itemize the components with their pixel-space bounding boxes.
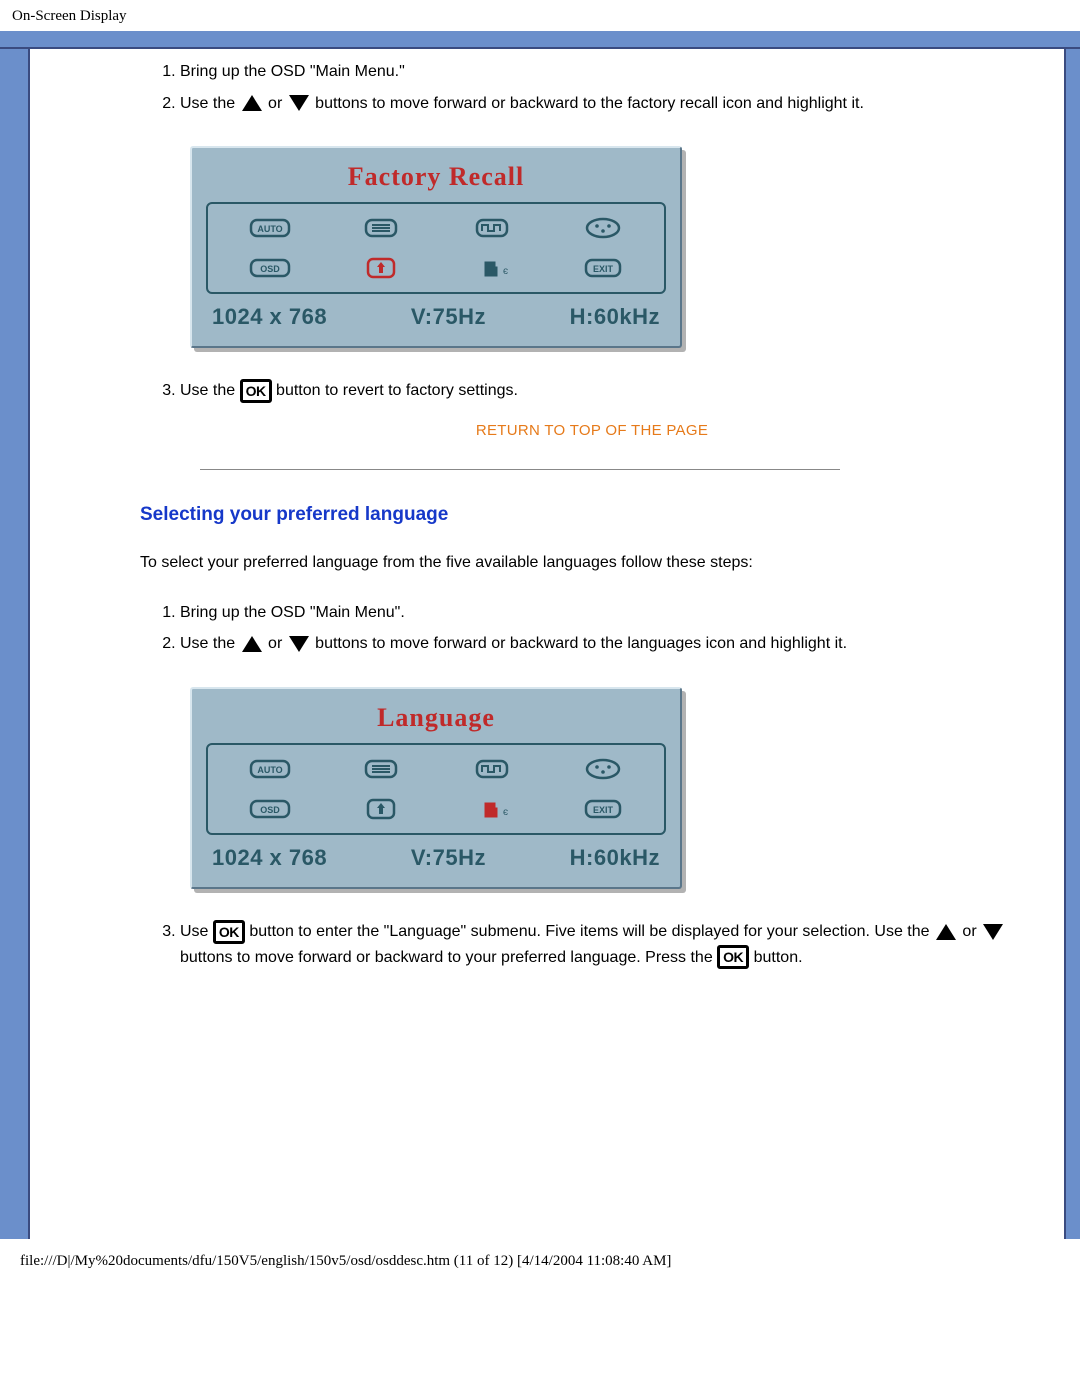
svg-text:OSD: OSD: [260, 805, 280, 815]
osd-icon-row-1: AUTO: [214, 755, 658, 783]
auto-icon: AUTO: [248, 214, 292, 242]
svg-text:є: є: [503, 266, 508, 277]
osd-hfreq: H:60kHz: [570, 845, 660, 871]
footer-path: file:///D|/My%20documents/dfu/150V5/engl…: [0, 1239, 1080, 1278]
osd-icon-row-2: OSD є EXIT: [214, 795, 658, 823]
svg-text:EXIT: EXIT: [592, 264, 613, 274]
svg-text:OSD: OSD: [260, 264, 280, 274]
recall-icon: [359, 795, 403, 823]
step-3: Use the OK button to revert to factory s…: [180, 378, 1044, 404]
osd-resolution: 1024 x 768: [212, 304, 327, 330]
up-arrow-icon: [936, 924, 956, 940]
recall-icon: [359, 254, 403, 282]
menu-icon: [359, 214, 403, 242]
osd-panel-language: Language AUTO OSD є EXIT 1024 x 768 V:75Hz…: [190, 687, 682, 889]
ok-icon: OK: [213, 920, 245, 944]
color-icon: [581, 214, 625, 242]
up-arrow-icon: [242, 95, 262, 111]
right-border: [1064, 49, 1080, 1239]
osd-status: 1024 x 768 V:75Hz H:60kHz: [206, 835, 666, 875]
factory-recall-steps-cont: Use the OK button to revert to factory s…: [140, 378, 1044, 404]
osd-resolution: 1024 x 768: [212, 845, 327, 871]
down-arrow-icon: [289, 95, 309, 111]
osd-vfreq: V:75Hz: [411, 304, 486, 330]
menu-icon: [359, 755, 403, 783]
osd-icon: OSD: [248, 795, 292, 823]
signal-icon: [470, 214, 514, 242]
up-arrow-icon: [242, 636, 262, 652]
osd-icon: OSD: [248, 254, 292, 282]
svg-text:AUTO: AUTO: [257, 224, 282, 234]
svg-text:AUTO: AUTO: [257, 765, 282, 775]
osd-icon-grid: AUTO OSD є EXIT: [206, 743, 666, 835]
top-border: [0, 31, 1080, 49]
down-arrow-icon: [983, 924, 1003, 940]
osd-status: 1024 x 768 V:75Hz H:60kHz: [206, 294, 666, 334]
language-steps: Bring up the OSD "Main Menu". Use the or…: [140, 600, 1044, 657]
language-intro: To select your preferred language from t…: [140, 554, 1044, 572]
osd-panel-factory-recall: Factory Recall AUTO OSD є EXIT 1024 x 768 …: [190, 146, 682, 348]
return-to-top-link[interactable]: RETURN TO TOP OF THE PAGE: [140, 422, 1044, 439]
page-header: On-Screen Display: [0, 0, 1080, 31]
osd-icon-row-2: OSD є EXIT: [214, 254, 658, 282]
content-frame: Bring up the OSD "Main Menu." Use the or…: [0, 49, 1080, 1239]
language-icon: є: [470, 254, 514, 282]
osd-icon-row-1: AUTO: [214, 214, 658, 242]
auto-icon: AUTO: [248, 755, 292, 783]
lang-step-1: Bring up the OSD "Main Menu".: [180, 600, 1044, 626]
signal-icon: [470, 755, 514, 783]
svg-text:є: є: [503, 807, 508, 818]
ok-icon: OK: [717, 945, 749, 969]
osd-title: Factory Recall: [206, 156, 666, 202]
lang-step-3: Use OK button to enter the "Language" su…: [180, 919, 1044, 970]
exit-icon: EXIT: [581, 254, 625, 282]
divider: [200, 469, 840, 470]
osd-icon-grid: AUTO OSD є EXIT: [206, 202, 666, 294]
exit-icon: EXIT: [581, 795, 625, 823]
ok-icon: OK: [240, 379, 272, 403]
language-steps-cont: Use OK button to enter the "Language" su…: [140, 919, 1044, 970]
svg-text:EXIT: EXIT: [592, 805, 613, 815]
step-1: Bring up the OSD "Main Menu.": [180, 59, 1044, 85]
osd-hfreq: H:60kHz: [570, 304, 660, 330]
language-icon: є: [470, 795, 514, 823]
section-heading-language: Selecting your preferred language: [140, 504, 1044, 526]
osd-title: Language: [206, 697, 666, 743]
lang-step-2: Use the or buttons to move forward or ba…: [180, 631, 1044, 657]
down-arrow-icon: [289, 636, 309, 652]
main-content: Bring up the OSD "Main Menu." Use the or…: [30, 49, 1064, 1239]
color-icon: [581, 755, 625, 783]
step-2: Use the or buttons to move forward or ba…: [180, 91, 1044, 117]
osd-vfreq: V:75Hz: [411, 845, 486, 871]
factory-recall-steps: Bring up the OSD "Main Menu." Use the or…: [140, 59, 1044, 116]
left-border: [0, 49, 30, 1239]
